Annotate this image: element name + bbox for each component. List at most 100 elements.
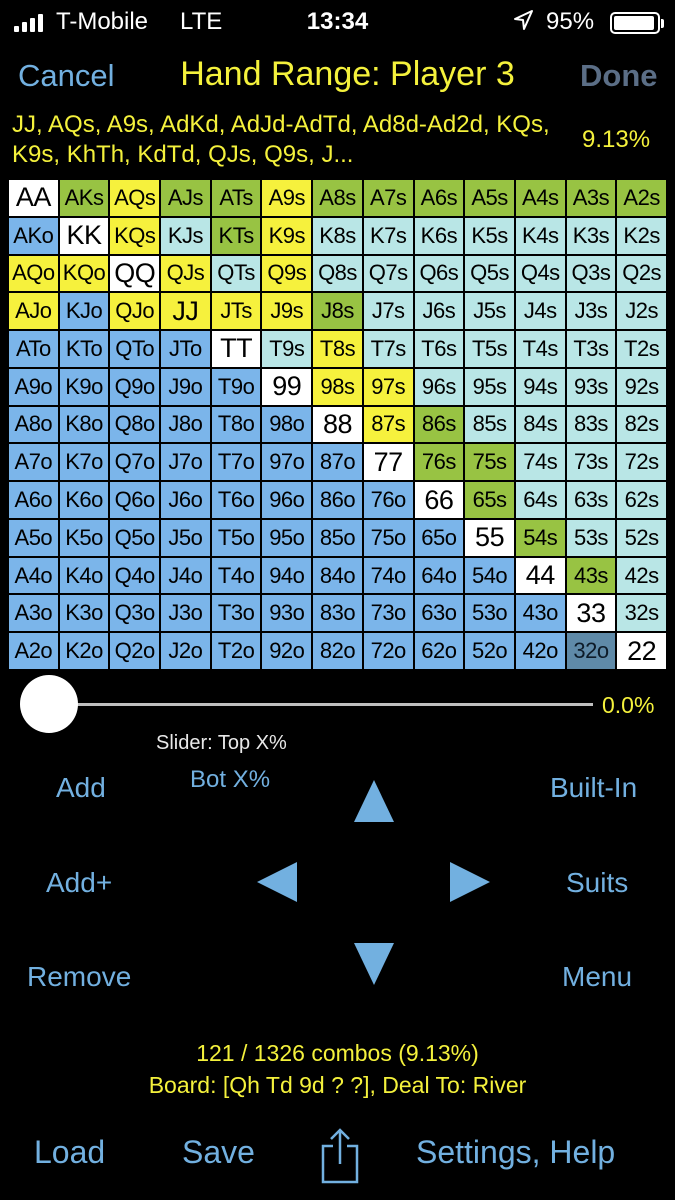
hand-cell-52o[interactable]: 52o [465,633,514,669]
hand-cell-32s[interactable]: 32s [617,595,666,632]
hand-cell-A4s[interactable]: A4s [515,180,565,216]
hand-cell-97s[interactable]: 97s [363,368,413,405]
suits-button[interactable]: Suits [566,867,628,899]
hand-cell-64s[interactable]: 64s [515,482,565,518]
hand-cell-65o[interactable]: 65o [414,519,464,556]
hand-cell-54o[interactable]: 54o [465,557,514,594]
hand-cell-A8s[interactable]: A8s [313,180,362,216]
hand-cell-T8o[interactable]: T8o [211,406,261,443]
hand-cell-JTo[interactable]: JTo [161,331,210,367]
hand-cell-QTo[interactable]: QTo [110,331,160,367]
hand-cell-T3s[interactable]: T3s [566,331,616,367]
hand-cell-K7s[interactable]: K7s [363,217,413,254]
hand-cell-T3o[interactable]: T3o [211,595,261,632]
hand-cell-55[interactable]: 55 [465,519,514,556]
hand-cell-A3o[interactable]: A3o [9,595,58,632]
hand-cell-K6s[interactable]: K6s [414,217,464,254]
hand-cell-99[interactable]: 99 [262,368,312,405]
hand-cell-Q4s[interactable]: Q4s [515,255,565,292]
hand-cell-J8o[interactable]: J8o [161,406,210,443]
hand-cell-J3o[interactable]: J3o [161,595,210,632]
hand-cell-T6s[interactable]: T6s [414,331,464,367]
hand-cell-T4o[interactable]: T4o [211,557,261,594]
hand-cell-85s[interactable]: 85s [465,406,514,443]
hand-cell-66[interactable]: 66 [414,482,464,518]
hand-cell-J6s[interactable]: J6s [414,293,464,330]
hand-cell-95s[interactable]: 95s [465,368,514,405]
hand-cell-T7o[interactable]: T7o [211,444,261,481]
hand-cell-T2o[interactable]: T2o [211,633,261,669]
hand-cell-43o[interactable]: 43o [515,595,565,632]
hand-cell-K4o[interactable]: K4o [59,557,109,594]
hand-cell-98s[interactable]: 98s [313,368,362,405]
hand-cell-T8s[interactable]: T8s [313,331,362,367]
hand-cell-J6o[interactable]: J6o [161,482,210,518]
built-in-button[interactable]: Built-In [550,772,637,804]
hand-cell-K3s[interactable]: K3s [566,217,616,254]
add-plus-button[interactable]: Add+ [46,867,112,899]
hand-cell-A8o[interactable]: A8o [9,406,58,443]
hand-cell-T5o[interactable]: T5o [211,519,261,556]
hand-cell-93o[interactable]: 93o [262,595,312,632]
hand-cell-74o[interactable]: 74o [363,557,413,594]
hand-cell-63o[interactable]: 63o [414,595,464,632]
hand-cell-83s[interactable]: 83s [566,406,616,443]
hand-cell-64o[interactable]: 64o [414,557,464,594]
hand-cell-AJs[interactable]: AJs [161,180,210,216]
hand-cell-92o[interactable]: 92o [262,633,312,669]
hand-cell-K2s[interactable]: K2s [617,217,666,254]
hand-cell-92s[interactable]: 92s [617,368,666,405]
hand-cell-Q6o[interactable]: Q6o [110,482,160,518]
hand-cell-QQ[interactable]: QQ [110,255,160,292]
hand-cell-K9s[interactable]: K9s [262,217,312,254]
slider-thumb[interactable] [20,675,78,733]
hand-cell-42o[interactable]: 42o [515,633,565,669]
remove-button[interactable]: Remove [27,961,131,993]
hand-cell-52s[interactable]: 52s [617,519,666,556]
hand-cell-AJo[interactable]: AJo [9,293,58,330]
hand-cell-AQo[interactable]: AQo [9,255,58,292]
hand-cell-Q3o[interactable]: Q3o [110,595,160,632]
hand-cell-K9o[interactable]: K9o [59,368,109,405]
hand-cell-AKs[interactable]: AKs [59,180,109,216]
hand-cell-63s[interactable]: 63s [566,482,616,518]
hand-cell-72o[interactable]: 72o [363,633,413,669]
hand-cell-QTs[interactable]: QTs [211,255,261,292]
hand-cell-KK[interactable]: KK [59,217,109,254]
hand-cell-54s[interactable]: 54s [515,519,565,556]
slider-track[interactable] [48,703,593,706]
hand-cell-76o[interactable]: 76o [363,482,413,518]
hand-cell-94s[interactable]: 94s [515,368,565,405]
hand-cell-42s[interactable]: 42s [617,557,666,594]
hand-cell-T2s[interactable]: T2s [617,331,666,367]
hand-cell-72s[interactable]: 72s [617,444,666,481]
hand-cell-J3s[interactable]: J3s [566,293,616,330]
hand-cell-Q8s[interactable]: Q8s [313,255,362,292]
hand-cell-62s[interactable]: 62s [617,482,666,518]
hand-cell-82o[interactable]: 82o [313,633,362,669]
hand-cell-Q4o[interactable]: Q4o [110,557,160,594]
arrow-down-icon[interactable] [354,943,394,985]
hand-cell-T6o[interactable]: T6o [211,482,261,518]
hand-cell-93s[interactable]: 93s [566,368,616,405]
hand-cell-QJo[interactable]: QJo [110,293,160,330]
hand-cell-82s[interactable]: 82s [617,406,666,443]
hand-cell-77[interactable]: 77 [363,444,413,481]
hand-cell-K4s[interactable]: K4s [515,217,565,254]
hand-cell-QJs[interactable]: QJs [161,255,210,292]
hand-cell-K7o[interactable]: K7o [59,444,109,481]
hand-cell-53o[interactable]: 53o [465,595,514,632]
hand-cell-K3o[interactable]: K3o [59,595,109,632]
hand-cell-A9o[interactable]: A9o [9,368,58,405]
hand-cell-85o[interactable]: 85o [313,519,362,556]
hand-cell-A6o[interactable]: A6o [9,482,58,518]
share-icon[interactable] [320,1126,360,1184]
hand-cell-86s[interactable]: 86s [414,406,464,443]
hand-cell-Q5o[interactable]: Q5o [110,519,160,556]
hand-cell-53s[interactable]: 53s [566,519,616,556]
hand-cell-K2o[interactable]: K2o [59,633,109,669]
done-button[interactable]: Done [580,58,658,94]
hand-cell-22[interactable]: 22 [617,633,666,669]
hand-cell-K8o[interactable]: K8o [59,406,109,443]
hand-cell-K8s[interactable]: K8s [313,217,362,254]
